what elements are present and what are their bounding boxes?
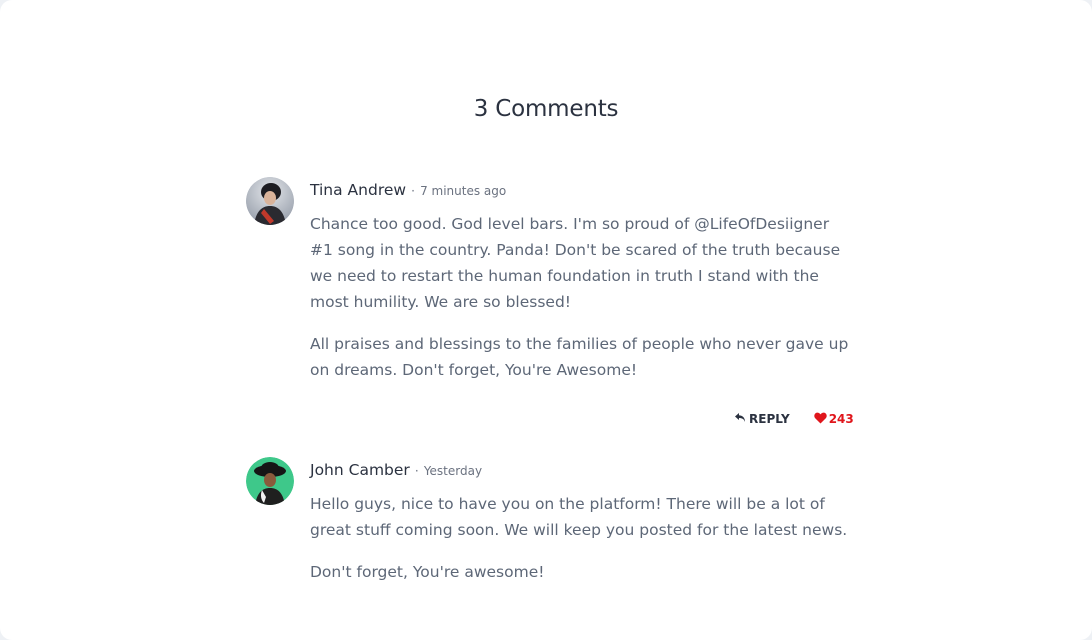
comment-text: Hello guys, nice to have you on the plat… xyxy=(310,495,848,539)
avatar[interactable] xyxy=(246,177,294,225)
comment-text: All praises and blessings to the familie… xyxy=(310,335,849,379)
meta-separator: · xyxy=(414,464,419,478)
reply-button[interactable]: REPLY xyxy=(734,412,790,426)
like-button[interactable]: 243 xyxy=(814,412,854,427)
heart-icon xyxy=(814,412,829,427)
comments-title: 3 Comments xyxy=(473,96,619,122)
comment-text: Chance too good. God level bars. I'm so … xyxy=(310,215,841,311)
comment-time: Yesterday xyxy=(423,464,483,478)
meta-separator: · xyxy=(411,184,415,198)
comment-author[interactable]: John Camber xyxy=(310,461,410,479)
like-count: 243 xyxy=(828,412,854,426)
comments-card: 3 Comments Tina Andrew · 7 minutes ago C… xyxy=(0,0,1092,640)
comment-author[interactable]: Tina Andrew xyxy=(310,181,406,199)
comment-text: Don't forget, You're awesome! xyxy=(310,563,545,581)
comment-time: 7 minutes ago xyxy=(420,184,507,198)
reply-label: REPLY xyxy=(749,412,790,426)
reply-icon xyxy=(734,412,749,426)
avatar[interactable] xyxy=(246,457,294,505)
comment-actions: REPLY 243 xyxy=(734,409,854,429)
